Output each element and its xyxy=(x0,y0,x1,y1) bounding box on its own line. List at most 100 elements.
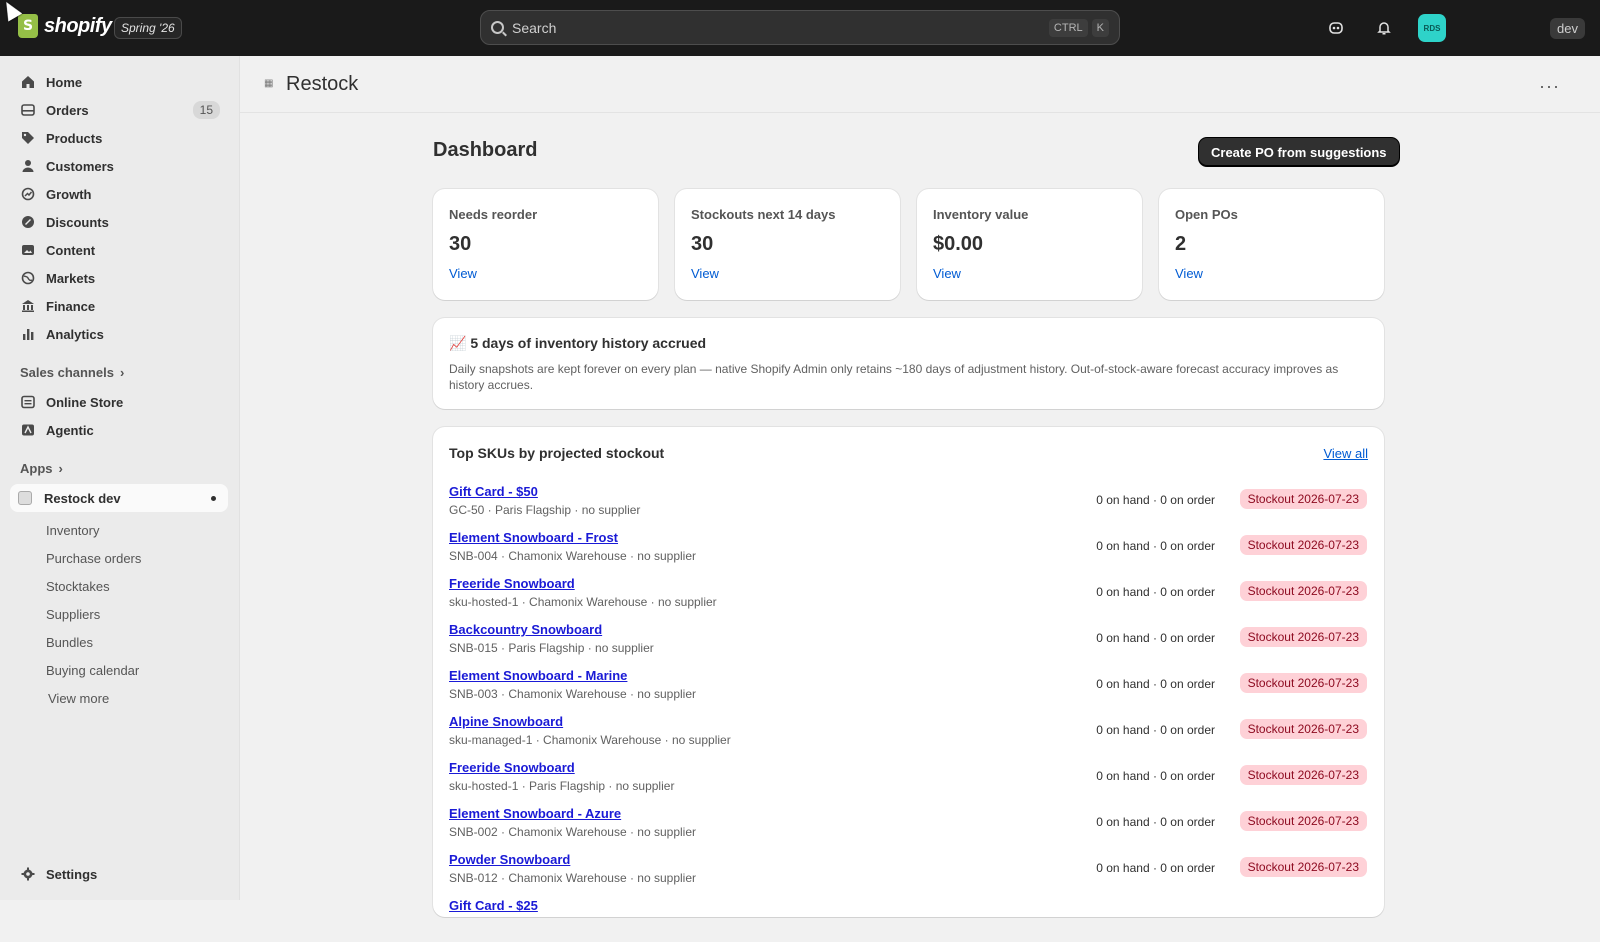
sidebar-item-agentic[interactable]: Agentic xyxy=(12,416,228,444)
table-row: Freeride Snowboard sku-hosted-1 · Paris F… xyxy=(449,760,1367,804)
sidebar-subitem-inventory[interactable]: Inventory xyxy=(46,523,99,538)
sidebar-item-finance[interactable]: Finance xyxy=(12,292,228,320)
table-row: Freeride Snowboard sku-hosted-1 · Chamoni… xyxy=(449,576,1367,620)
view-more-link[interactable]: View more xyxy=(48,691,109,706)
stockout-badge: Stockout 2026-07-23 xyxy=(1239,627,1367,647)
shortcut-k: K xyxy=(1091,18,1109,37)
stat-value: 30 xyxy=(691,233,714,255)
sidebar-subitem-buying-calendar[interactable]: Buying calendar xyxy=(46,663,139,678)
stat-label: Open POs xyxy=(1175,207,1238,222)
app-title-bar: ▦ Restock ··· xyxy=(240,56,1600,113)
home-icon xyxy=(20,74,36,90)
store-name-badge[interactable]: dev xyxy=(1550,18,1585,39)
stat-label: Stockouts next 14 days xyxy=(691,207,836,222)
sidebar-item-products[interactable]: Products xyxy=(12,124,228,152)
restock-app-icon xyxy=(18,491,32,505)
sidebar-subitem-suppliers[interactable]: Suppliers xyxy=(46,607,100,622)
table-row: Backcountry Snowboard SNB-015 · Paris Fla… xyxy=(449,622,1367,666)
stat-value: 2 xyxy=(1175,233,1187,255)
sku-name-link[interactable]: Freeride Snowboard xyxy=(449,576,575,591)
sidebar-item-label: Analytics xyxy=(46,326,104,342)
sidebar-item-label: Markets xyxy=(46,270,96,286)
avatar[interactable]: RDS xyxy=(1418,14,1446,42)
stat-view-link[interactable]: View xyxy=(933,266,961,281)
bank-icon xyxy=(20,298,36,314)
sidebar-item-markets[interactable]: Markets xyxy=(12,264,228,292)
orders-icon xyxy=(20,102,36,118)
sku-name-link[interactable]: Gift Card - $25 xyxy=(449,898,538,913)
agentic-icon xyxy=(20,422,36,438)
sidebar-item-label: Restock dev xyxy=(44,490,121,506)
stat-label: Needs reorder xyxy=(449,207,538,222)
top-bar: shopify Spring '26 Search CTRL K RDS dev xyxy=(0,0,1600,56)
stockout-badge: Stockout 2026-07-23 xyxy=(1239,673,1367,693)
sidebar-item-growth[interactable]: Growth xyxy=(12,180,228,208)
sidebar-item-restock-dev[interactable]: Restock dev xyxy=(10,484,228,512)
sidebar-item-label: Discounts xyxy=(46,214,109,230)
stat-view-link[interactable]: View xyxy=(449,266,477,281)
top-skus-card: Top SKUs by projected stockout View all … xyxy=(433,427,1384,917)
sku-name-link[interactable]: Gift Card - $50 xyxy=(449,484,538,499)
sidebar-item-settings[interactable]: Settings xyxy=(12,860,228,888)
create-po-button[interactable]: Create PO from suggestions xyxy=(1199,138,1399,166)
sidebar-item-label: Growth xyxy=(46,186,92,202)
tag-icon xyxy=(20,130,36,146)
view-all-link[interactable]: View all xyxy=(1323,446,1368,461)
shopify-bag-icon xyxy=(18,14,38,38)
bell-icon[interactable] xyxy=(1370,14,1398,42)
more-actions-icon[interactable]: ··· xyxy=(1539,76,1560,97)
sku-meta: sku-hosted-1 · Chamonix Warehouse · no s… xyxy=(449,595,717,609)
store-icon xyxy=(20,394,36,410)
sku-name-link[interactable]: Powder Snowboard xyxy=(449,852,570,867)
sidebar-subitem-stocktakes[interactable]: Stocktakes xyxy=(46,579,110,594)
stat-card-inventory-value: Inventory value $0.00 View xyxy=(917,189,1142,300)
sidebar-item-label: Finance xyxy=(46,298,96,314)
sidebar-item-content[interactable]: Content xyxy=(12,236,228,264)
history-title-text: 5 days of inventory history accrued xyxy=(470,335,707,351)
stockout-badge: Stockout 2026-07-23 xyxy=(1239,581,1367,601)
app-icon: ▦ xyxy=(264,78,274,89)
sidebar-item-customers[interactable]: Customers xyxy=(12,152,228,180)
sidebar-item-label: Home xyxy=(46,74,83,90)
apps-heading[interactable]: Apps › xyxy=(20,461,63,476)
sidekick-icon[interactable] xyxy=(1322,14,1350,42)
unread-dot xyxy=(211,495,216,501)
release-badge[interactable]: Spring '26 xyxy=(114,17,182,39)
sidebar-item-label: Customers xyxy=(46,158,114,174)
sales-channels-label: Sales channels xyxy=(20,365,114,380)
sidebar-item-analytics[interactable]: Analytics xyxy=(12,320,228,348)
shopify-logo[interactable]: shopify xyxy=(18,14,112,38)
sales-channels-heading[interactable]: Sales channels › xyxy=(20,365,124,380)
orders-count-badge: 15 xyxy=(192,101,220,119)
sidebar-item-home[interactable]: Home xyxy=(12,68,228,96)
sku-name-link[interactable]: Alpine Snowboard xyxy=(449,714,563,729)
top-skus-title: Top SKUs by projected stockout xyxy=(449,445,665,461)
sku-name-link[interactable]: Element Snowboard - Frost xyxy=(449,530,618,545)
sku-stock-counts: 0 on hand · 0 on order xyxy=(1096,861,1215,875)
sku-meta: SNB-012 · Chamonix Warehouse · no suppli… xyxy=(449,871,697,885)
sku-name-link[interactable]: Backcountry Snowboard xyxy=(449,622,602,637)
sku-stock-counts: 0 on hand · 0 on order xyxy=(1096,539,1215,553)
search-icon xyxy=(491,21,504,34)
sidebar-subitem-bundles[interactable]: Bundles xyxy=(46,635,93,650)
sku-name-link[interactable]: Element Snowboard - Marine xyxy=(449,668,627,683)
stat-view-link[interactable]: View xyxy=(691,266,719,281)
sidebar-item-online-store[interactable]: Online Store xyxy=(12,388,228,416)
table-row: Element Snowboard - Azure SNB-002 · Chamo… xyxy=(449,806,1367,850)
sidebar: Home Orders 15 Products Customers Growth… xyxy=(0,56,240,900)
search-bar[interactable]: Search CTRL K xyxy=(480,10,1120,45)
globe-icon xyxy=(20,270,36,286)
sidebar-subitem-purchase-orders[interactable]: Purchase orders xyxy=(46,551,141,566)
sku-name-link[interactable]: Freeride Snowboard xyxy=(449,760,575,775)
sku-name-link[interactable]: Element Snowboard - Azure xyxy=(449,806,621,821)
sidebar-item-label: Settings xyxy=(46,866,98,882)
stockout-badge: Stockout 2026-07-23 xyxy=(1239,765,1367,785)
stockout-badge: Stockout 2026-07-23 xyxy=(1239,719,1367,739)
stat-view-link[interactable]: View xyxy=(1175,266,1203,281)
sidebar-item-discounts[interactable]: Discounts xyxy=(12,208,228,236)
sku-stock-counts: 0 on hand · 0 on order xyxy=(1096,585,1215,599)
sku-stock-counts: 0 on hand · 0 on order xyxy=(1096,769,1215,783)
sidebar-item-label: Agentic xyxy=(46,422,94,438)
table-row: Element Snowboard - Frost SNB-004 · Chamo… xyxy=(449,530,1367,574)
sidebar-item-orders[interactable]: Orders 15 xyxy=(12,96,228,124)
